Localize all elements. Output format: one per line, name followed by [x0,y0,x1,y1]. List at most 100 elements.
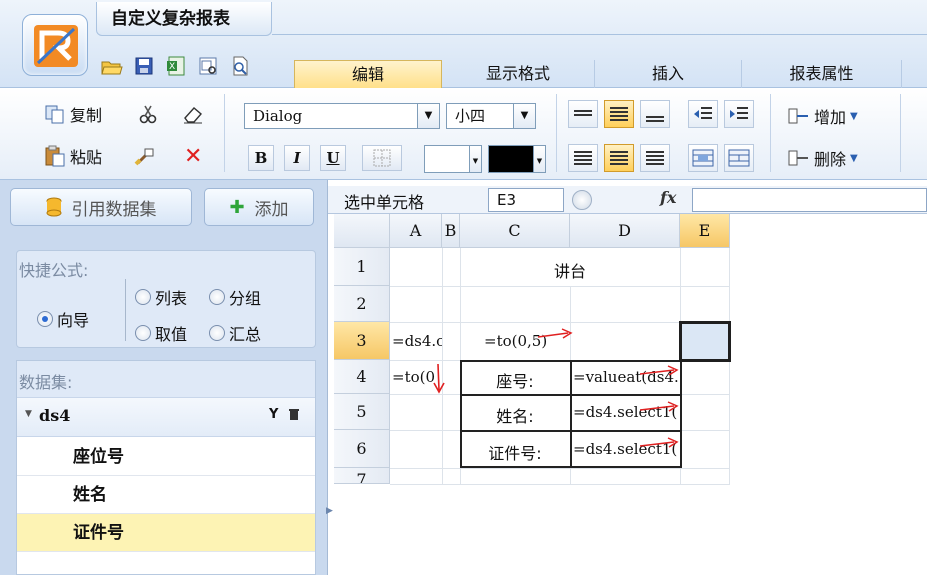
merge-cells-button[interactable] [688,144,718,172]
export-excel-icon[interactable]: X [164,55,188,77]
tab-edit[interactable]: 编辑 [294,60,442,88]
row-header-1[interactable]: 1 [334,248,390,286]
svg-text:X: X [169,62,175,72]
ribbon-header: 自定义复杂报表 X 编辑 显示格式 插入 报表属性 [0,0,927,88]
radio-value[interactable]: 取值 [135,321,187,345]
align-top-button[interactable] [568,100,598,128]
selected-cell-label: 选中单元格 [344,193,425,212]
field-item-name[interactable]: 姓名 [17,476,315,514]
cut-button[interactable] [138,104,158,124]
font-family-select[interactable]: Dialog ▼ [244,103,440,129]
row-header-4[interactable]: 4 [334,360,390,394]
paste-button[interactable]: 粘贴 [44,144,102,168]
tab-report-properties[interactable]: 报表属性 [742,60,902,88]
row-header-6[interactable]: 6 [334,430,390,468]
copy-icon [45,105,64,124]
tab-display-format[interactable]: 显示格式 [442,60,595,88]
align-right-button[interactable] [640,144,670,172]
delete-x-icon: ✕ [184,144,203,169]
selected-cell-e3[interactable] [679,321,731,362]
row-header-3[interactable]: 3 [334,322,390,360]
column-header-c[interactable]: C [460,214,570,248]
align-bottom-button[interactable] [640,100,670,128]
row-header-7[interactable]: 7 [334,468,390,484]
corner-header[interactable] [334,214,390,248]
ref-dataset-button[interactable]: 引用数据集 [10,188,192,226]
format-painter-icon [134,148,154,166]
expand-down-arrow-icon [433,364,445,394]
add-dataset-button[interactable]: ✚ 添加 [204,188,314,226]
font-color-picker[interactable]: ▼ [488,145,546,173]
font-size-value: 小四 [455,107,486,125]
delete-icon[interactable] [289,408,299,424]
align-bottom-icon [646,116,664,124]
format-painter-button[interactable] [134,146,156,166]
dataset-label: 数据集: [19,373,73,392]
add-row-button[interactable]: 增加 ▼ [788,104,858,128]
cell-reference-box[interactable]: E3 [488,188,564,212]
cancel-icon[interactable] [572,190,592,210]
bold-button[interactable]: B [248,145,274,171]
quick-formula-panel: 快捷公式: 向导 列表 分组 取值 汇总 [16,250,316,348]
align-center-button[interactable] [604,144,634,172]
align-left-button[interactable] [568,144,598,172]
expand-right-arrow-icon [640,365,679,376]
collapse-arrow-icon[interactable]: ▼ [25,409,32,419]
radio-group[interactable]: 分组 [209,285,261,309]
column-header-d[interactable]: D [570,214,680,248]
quick-formula-label: 快捷公式: [19,261,89,280]
scissors-icon [139,105,157,124]
column-header-b[interactable]: B [442,214,460,248]
radio-summary[interactable]: 汇总 [209,321,261,345]
column-header-a[interactable]: A [390,214,442,248]
fx-icon: fx [660,188,677,207]
eraser-button[interactable] [182,104,204,124]
row-header-2[interactable]: 2 [334,286,390,322]
add-label: 增加 [814,108,847,127]
align-middle-button[interactable] [604,100,634,128]
quick-access-toolbar: X [100,55,252,77]
indent-decrease-button[interactable] [688,100,718,128]
font-size-select[interactable]: 小四 ▼ [446,103,536,129]
row-header-5[interactable]: 5 [334,394,390,430]
print-preview-icon[interactable] [228,55,252,77]
dataset-row-ds4[interactable]: ▼ ds4 Y [17,397,315,437]
expand-right-arrow-icon [640,437,679,448]
italic-button[interactable]: I [284,145,310,171]
tab-insert[interactable]: 插入 [595,60,742,88]
background-color-picker[interactable]: ▼ [424,145,482,173]
cell-c1[interactable]: 讲台 [460,258,680,282]
split-cells-button[interactable] [724,144,754,172]
field-item-seat[interactable]: 座位号 [17,438,315,476]
clear-button[interactable]: ✕ [184,144,202,169]
align-middle-icon [610,107,628,121]
cell-a4[interactable]: =to(0 [392,368,436,386]
filter-icon[interactable]: Y [269,407,278,422]
chevron-down-icon: ▼ [850,152,858,164]
copy-button[interactable]: 复制 [44,102,102,126]
align-center-icon [610,151,628,165]
chevron-down-icon: ▼ [469,146,481,172]
delete-row-button[interactable]: 删除 ▼ [788,146,858,170]
underline-button[interactable]: U [320,145,346,171]
paste-icon [45,145,65,167]
database-icon [46,197,61,217]
cell-a3[interactable]: =ds4.c [392,332,442,350]
formula-input[interactable] [692,188,927,212]
preview-icon[interactable] [196,55,220,77]
align-right-icon [646,151,664,165]
indent-increase-button[interactable] [724,100,754,128]
indent-increase-icon [730,107,748,119]
border-button[interactable] [362,145,402,171]
radio-wizard[interactable]: 向导 [37,307,89,331]
app-logo-icon[interactable] [22,14,88,76]
open-folder-icon[interactable] [100,55,124,77]
ribbon-tabs: 编辑 显示格式 插入 报表属性 [294,60,902,88]
panel-collapse-handle[interactable]: ▶ [326,506,333,516]
column-header-e[interactable]: E [680,214,730,248]
field-item-id-number[interactable]: 证件号 [17,514,315,552]
radio-list[interactable]: 列表 [135,285,187,309]
save-icon[interactable] [132,55,156,77]
delete-row-icon [788,150,808,166]
copy-label: 复制 [70,106,103,125]
